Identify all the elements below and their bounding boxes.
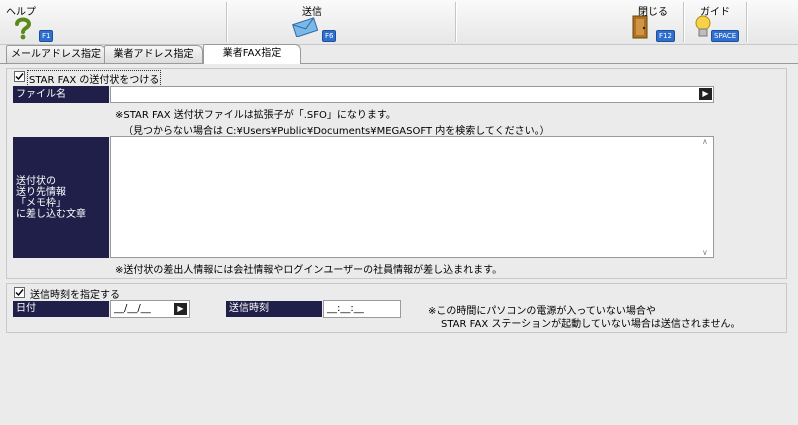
tab-vendor-address[interactable]: 業者アドレス指定 [104, 45, 203, 63]
station-note: STAR FAX ステーションが起動していない場合は送信されません。 [441, 319, 741, 330]
check-icon [15, 73, 24, 81]
cover-sheet-checkbox-label[interactable]: STAR FAX の送付状をつける [27, 70, 162, 87]
file-extension-note: ※STAR FAX 送付状ファイルは拡張子が「.SFO」になります。 [115, 110, 396, 121]
toolbar: ヘルプ F1 送信 F6 閉じる F12 ガイド SPACE [0, 0, 798, 45]
question-icon [15, 17, 32, 40]
file-name-input[interactable] [110, 86, 714, 103]
tab-underline [0, 63, 798, 64]
guide-key-badge: SPACE [711, 30, 740, 42]
tab-bar: メールアドレス指定 業者アドレス指定 業者FAX指定 [0, 44, 798, 64]
schedule-checkbox-label[interactable]: 送信時刻を指定する [30, 286, 120, 301]
memo-scrollbar[interactable]: ∧ ∨ [700, 137, 713, 257]
lightbulb-icon [695, 15, 711, 37]
memo-textarea[interactable]: ∧ ∨ [110, 136, 714, 258]
send-time-value: __:__:__ [327, 303, 364, 314]
toolbar-separator [455, 2, 457, 42]
memo-label: 送付状の 送り先情報 「メモ枠」 に差し込む文章 [13, 137, 109, 258]
envelope-icon [292, 17, 318, 37]
sender-info-note: ※送付状の差出人情報には会社情報やログインユーザーの社員情報が差し込まれます。 [115, 265, 503, 276]
send-button[interactable]: 送信 F6 [280, 0, 360, 44]
date-value: __/__/__ [114, 303, 151, 314]
arrow-right-icon: ▶ [702, 89, 709, 98]
check-icon [15, 289, 24, 297]
toolbar-separator [683, 2, 685, 42]
memo-label-line: に差し込む文章 [16, 209, 86, 220]
help-button[interactable]: ヘルプ F1 [0, 0, 70, 44]
memo-label-line: 送り先情報 [16, 187, 66, 198]
toolbar-separator [226, 2, 228, 42]
tab-vendor-fax[interactable]: 業者FAX指定 [203, 44, 301, 64]
send-key-badge: F6 [322, 30, 337, 42]
file-search-note: （見つからない場合は C:¥Users¥Public¥Documents¥MEG… [123, 126, 550, 137]
guide-button[interactable]: ガイド SPACE [686, 0, 746, 44]
cover-sheet-checkbox[interactable] [14, 71, 25, 82]
browse-file-button[interactable]: ▶ [699, 88, 712, 100]
schedule-checkbox[interactable] [14, 287, 25, 298]
arrow-right-icon: ▶ [177, 304, 184, 313]
close-button[interactable]: 閉じる F12 [615, 0, 683, 44]
scroll-down-icon[interactable]: ∨ [702, 248, 708, 257]
file-name-label: ファイル名 [13, 86, 109, 103]
send-time-input[interactable]: __:__:__ [323, 300, 401, 318]
memo-label-line: 送付状の [16, 176, 56, 187]
close-key-badge: F12 [656, 30, 675, 42]
send-time-label: 送信時刻 [226, 301, 322, 317]
date-picker-button[interactable]: ▶ [174, 303, 187, 315]
help-key-badge: F1 [39, 30, 54, 42]
tab-mail-address[interactable]: メールアドレス指定 [6, 45, 106, 63]
door-icon [632, 15, 648, 39]
toolbar-separator [746, 2, 748, 42]
scroll-up-icon[interactable]: ∧ [702, 137, 708, 146]
send-label: 送信 [302, 7, 322, 18]
date-label: 日付 [13, 301, 109, 317]
memo-label-line: 「メモ枠」 [16, 198, 66, 209]
